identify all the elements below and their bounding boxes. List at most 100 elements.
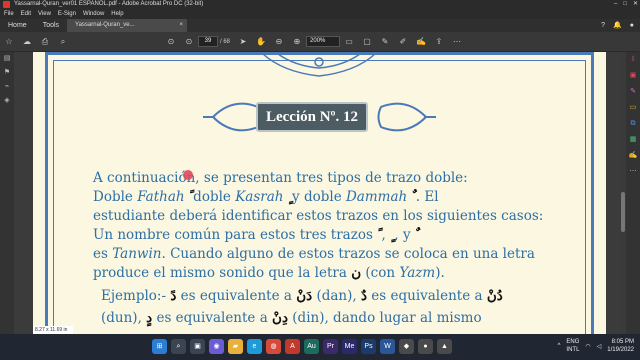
acrobat-taskbar-icon[interactable]: A	[285, 339, 300, 354]
text-line-7: Ejemplo:- دً es equivalente a دَنْ (dan)…	[101, 288, 503, 304]
tab-home[interactable]: Home	[0, 19, 35, 32]
scrollbar-thumb[interactable]	[621, 192, 625, 232]
app-icon-1[interactable]: ◆	[399, 339, 414, 354]
user-icon[interactable]: ●	[630, 19, 634, 32]
menu-file[interactable]: File	[4, 9, 14, 19]
comment-tool-icon[interactable]: ▭	[626, 100, 640, 116]
task-view-icon[interactable]: ▣	[190, 339, 205, 354]
print-icon[interactable]: ⎙	[36, 37, 54, 47]
layers-icon[interactable]: ◈	[0, 94, 14, 108]
zoom-select[interactable]: 200%	[306, 36, 341, 47]
minimize-button[interactable]: –	[614, 0, 617, 9]
ornament-top	[262, 53, 376, 77]
page-total: / 68	[220, 38, 231, 45]
fit-page-icon[interactable]: ▭	[340, 37, 358, 46]
hand-icon[interactable]: ✋	[252, 37, 270, 46]
edit-pdf-icon[interactable]: ✎	[626, 84, 640, 100]
menu-window[interactable]: Window	[83, 9, 104, 19]
text-line-3: estudiante deberá identificar estos traz…	[93, 208, 544, 224]
more-icon[interactable]: ⋯	[448, 37, 466, 46]
arabic-din-full: دِنْ	[272, 310, 288, 326]
text-line-1: A continuación, se presentan tres tipos …	[93, 170, 468, 186]
windows-start-icon[interactable]: ⊞	[152, 339, 167, 354]
search-icon[interactable]: ⌕	[54, 37, 72, 47]
text-line-2: Doble Fathah ً doble Kasrah ٍ y doble Da…	[93, 189, 439, 205]
photoshop-icon[interactable]: Ps	[361, 339, 376, 354]
taskbar: ⊞ ⌕ ▣ ◉ ▰ e ◍ A Au Pr Me Ps W ◆ ● ▲ ^ EN…	[0, 334, 640, 360]
noon-letter: ن	[351, 265, 362, 281]
tab-close-button[interactable]: ×	[180, 19, 184, 32]
help-icon[interactable]: ?	[601, 19, 605, 32]
title-bar: Yassarnal-Quran_ver01 ESPAÑOL.pdf - Adob…	[0, 0, 640, 9]
export-pdf-icon[interactable]: ⇩	[626, 52, 640, 68]
tab-bar: Home Tools Yassarnal-Quran_ve... × ? 🔔 ●	[0, 19, 640, 32]
language-indicator[interactable]: ENG INTL	[566, 338, 579, 354]
combine-icon[interactable]: ⧉	[626, 116, 640, 132]
app-icon-3[interactable]: ▲	[437, 339, 452, 354]
comment-icon[interactable]: ▢	[358, 37, 376, 46]
text-line-8: (dun), دٍ es equivalente a دِنْ (din), d…	[101, 310, 482, 326]
pointer-highlight	[183, 170, 193, 180]
audition-icon[interactable]: Au	[304, 339, 319, 354]
menu-view[interactable]: View	[38, 9, 51, 19]
app-icon-2[interactable]: ●	[418, 339, 433, 354]
attachment-icon[interactable]: ⌁	[0, 80, 14, 94]
page-number-input[interactable]: 39	[198, 36, 218, 47]
clock[interactable]: 8:05 PM 1/19/2022	[607, 338, 634, 354]
tab-document-label: Yassarnal-Quran_ve...	[75, 22, 135, 28]
arabic-din: دٍ	[146, 310, 153, 326]
select-cursor-icon[interactable]: ➤	[234, 37, 252, 46]
menu-bar: File Edit View E-Sign Window Help	[0, 9, 640, 19]
window-title: Yassarnal-Quran_ver01 ESPAÑOL.pdf - Adob…	[14, 1, 204, 7]
text-line-6: produce el mismo sonido que la letra ن (…	[93, 265, 445, 281]
arabic-dun: دٌ	[360, 288, 367, 304]
zoom-in-icon[interactable]: ⊕	[288, 37, 306, 46]
fill-sign-icon[interactable]: ✍	[626, 148, 640, 164]
file-explorer-icon[interactable]: ▰	[228, 339, 243, 354]
organize-icon[interactable]: ▦	[626, 132, 640, 148]
wifi-icon[interactable]: ◠	[585, 343, 590, 350]
premiere-icon[interactable]: Pr	[323, 339, 338, 354]
menu-esign[interactable]: E-Sign	[58, 9, 76, 19]
zoom-out-icon[interactable]: ⊖	[270, 37, 288, 46]
pages-icon[interactable]: ▤	[0, 52, 14, 66]
menu-help[interactable]: Help	[111, 9, 123, 19]
search-taskbar-icon[interactable]: ⌕	[171, 339, 186, 354]
edge-icon[interactable]: e	[247, 339, 262, 354]
highlight-icon[interactable]: ✎	[376, 37, 394, 46]
acrobat-icon	[3, 1, 10, 8]
system-tray: ^ ENG INTL ◠ ◁ 8:05 PM 1/19/2022	[558, 338, 634, 354]
volume-icon[interactable]: ◁	[597, 343, 602, 350]
bookmark-icon[interactable]: ⚑	[0, 66, 14, 80]
more-tools-icon[interactable]: ⋯	[626, 164, 640, 180]
share-icon[interactable]: ⇪	[430, 37, 448, 46]
tab-document[interactable]: Yassarnal-Quran_ve... ×	[67, 19, 188, 32]
toolbar: ☆ ☁ ⎙ ⌕ ⊙ ⊙ 39 / 68 ➤ ✋ ⊖ ⊕ 200% ▭ ▢ ✎ ✐…	[0, 32, 640, 52]
menu-edit[interactable]: Edit	[21, 9, 31, 19]
prev-page-icon[interactable]: ⊙	[162, 37, 180, 46]
star-icon[interactable]: ☆	[0, 37, 18, 46]
pdf-page: Lección Nº. 12 A continuación, se presen…	[33, 52, 606, 334]
sign-icon[interactable]: ✍	[412, 37, 430, 46]
arabic-dun-full: دُنْ	[486, 288, 503, 304]
arabic-dan-full: دَنْ	[296, 288, 313, 304]
chat-icon[interactable]: ◉	[209, 339, 224, 354]
maximize-button[interactable]: □	[623, 0, 627, 9]
chrome-icon[interactable]: ◍	[266, 339, 281, 354]
tab-tools[interactable]: Tools	[35, 19, 67, 32]
text-line-5: es Tanwin. Cuando alguno de estos trazos…	[93, 246, 535, 262]
create-pdf-icon[interactable]: ▣	[626, 68, 640, 84]
word-icon[interactable]: W	[380, 339, 395, 354]
pen-icon[interactable]: ✐	[394, 37, 412, 46]
lesson-title: Lección Nº. 12	[256, 102, 368, 132]
cloud-upload-icon[interactable]: ☁	[18, 37, 36, 46]
chevron-up-icon[interactable]: ^	[558, 343, 561, 349]
right-panel: ⇩ ▣ ✎ ▭ ⧉ ▦ ✍ ⋯	[626, 52, 640, 334]
close-window-button[interactable]: ✕	[633, 0, 638, 9]
media-encoder-icon[interactable]: Me	[342, 339, 357, 354]
bell-icon[interactable]: 🔔	[613, 19, 622, 32]
next-page-icon[interactable]: ⊙	[180, 37, 198, 46]
page-size-label: 8.27 x 11.69 in	[33, 326, 73, 334]
text-line-4: Un nombre común para estos tres trazos ً…	[93, 227, 411, 243]
arabic-dan: دً	[170, 288, 177, 304]
